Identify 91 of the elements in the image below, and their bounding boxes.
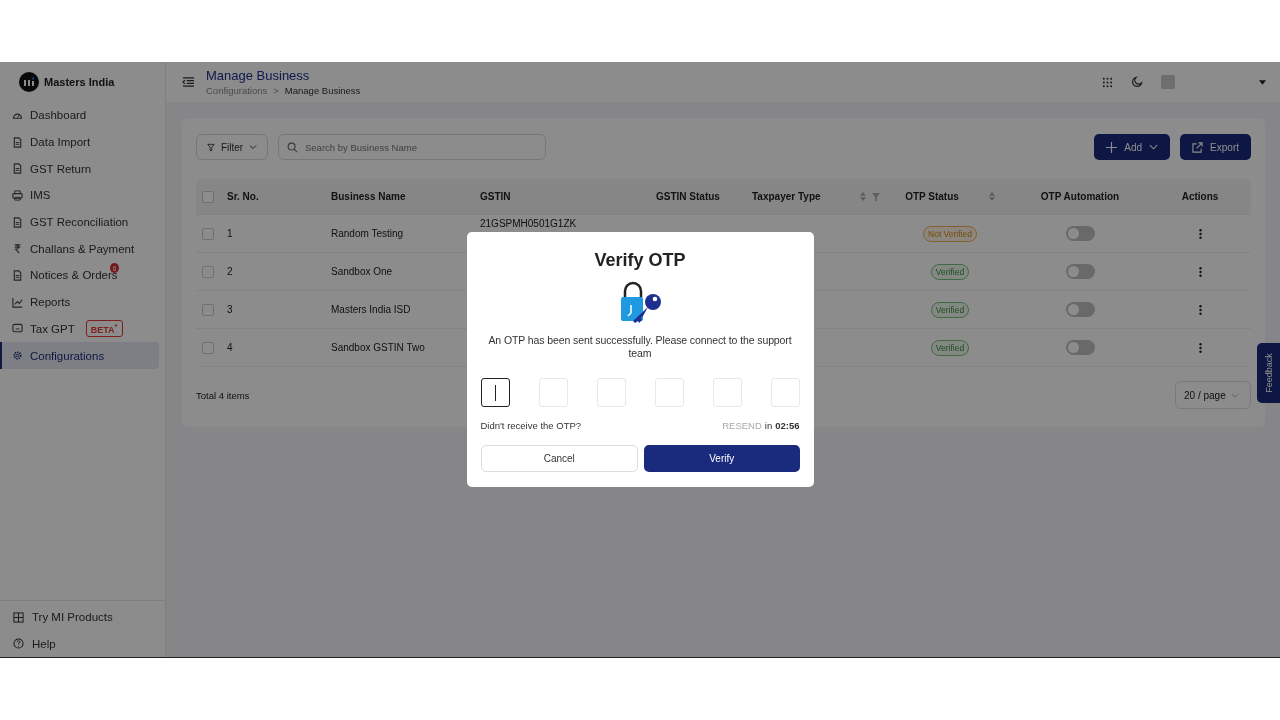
column-header: Taxpayer Type — [752, 191, 821, 202]
chat-icon — [12, 323, 23, 335]
status-badge: Not Verified — [923, 225, 977, 242]
nav-item[interactable]: Reports — [0, 288, 159, 316]
table-cell: 4 — [227, 342, 233, 353]
nav-item[interactable]: GST Reconciliation — [0, 208, 159, 236]
page-title: Manage Business — [206, 68, 311, 83]
more-options-icon[interactable] — [1198, 341, 1202, 354]
select-all-checkbox[interactable] — [202, 190, 214, 203]
status-badge: Verified — [930, 301, 970, 318]
feedback-tab[interactable]: Feedback — [1257, 343, 1280, 403]
document-icon — [12, 163, 23, 175]
breadcrumb-current: Manage Business — [284, 85, 361, 96]
filter-icon — [207, 142, 215, 152]
grid-icon — [13, 611, 24, 623]
logo-icon — [19, 72, 39, 92]
chevron-down-icon — [1149, 144, 1159, 150]
countdown-timer: 02:56 — [775, 420, 800, 431]
table-cell: Sandbox GSTIN Two — [331, 342, 425, 353]
export-button[interactable]: Export — [1180, 134, 1251, 160]
table-cell: 1 — [227, 228, 233, 239]
status-badge: Verified — [930, 263, 970, 280]
nav-item[interactable]: IMS — [0, 182, 159, 209]
row-checkbox[interactable] — [202, 303, 214, 316]
sort-icon[interactable] — [860, 192, 866, 201]
column-header: Sr. No. — [227, 191, 259, 202]
breadcrumb-separator: > — [273, 85, 279, 96]
sort-icon[interactable] — [988, 192, 995, 201]
help-icon — [13, 638, 24, 650]
column-header: OTP Status — [905, 191, 959, 202]
nav-item[interactable]: Dashboard — [0, 102, 159, 129]
caret-icon[interactable] — [1259, 79, 1266, 85]
menu-icon[interactable] — [182, 76, 195, 88]
chart-icon — [12, 296, 23, 308]
more-options-icon[interactable] — [1198, 265, 1202, 278]
table-cell: Sandbox One — [331, 266, 393, 277]
footer-link[interactable]: Help — [0, 630, 165, 657]
more-options-icon[interactable] — [1198, 303, 1202, 316]
add-button[interactable]: Add — [1094, 134, 1171, 160]
page-size-select[interactable]: 20 / page — [1175, 381, 1251, 409]
more-options-icon[interactable] — [1198, 227, 1202, 240]
column-header: Actions — [1181, 191, 1219, 202]
settings-icon — [12, 350, 23, 362]
nav-item[interactable]: Configurations — [0, 342, 159, 369]
chevron-down-icon — [1230, 392, 1239, 398]
total-count: Total 4 items — [196, 389, 250, 401]
breadcrumb-link[interactable]: Configurations — [206, 85, 268, 96]
plus-icon — [1106, 141, 1118, 153]
table-cell: 21GSPMH0501G1ZK — [480, 218, 577, 229]
nav-item[interactable]: Tax GPT BETA$^{*}$ — [0, 315, 159, 343]
table-cell: Random Testing — [331, 228, 404, 239]
table-cell: 3 — [227, 304, 233, 315]
filter-icon[interactable] — [872, 192, 880, 201]
brand-name: Masters India — [44, 76, 115, 88]
row-checkbox[interactable] — [202, 227, 214, 240]
row-checkbox[interactable] — [202, 265, 214, 278]
toggle-switch[interactable] — [1065, 264, 1095, 279]
column-header: GSTIN — [480, 191, 511, 202]
footer-link[interactable]: Try MI Products — [0, 604, 165, 631]
column-header: GSTIN Status — [656, 191, 720, 202]
dialog-title: Verify OTP — [594, 250, 686, 271]
document-icon — [12, 216, 23, 228]
moon-icon[interactable] — [1131, 76, 1143, 88]
nav-item[interactable]: Data Import — [0, 128, 159, 156]
avatar[interactable] — [1161, 75, 1175, 89]
rupee-icon — [12, 243, 23, 255]
column-header: OTP Automation — [1040, 191, 1120, 202]
chevron-down-icon — [249, 144, 257, 150]
row-checkbox[interactable] — [202, 341, 214, 354]
toggle-switch[interactable] — [1065, 340, 1095, 355]
apps-grid-icon[interactable] — [1102, 76, 1113, 88]
document-icon — [12, 136, 23, 148]
resend-prompt: Didn't receive the OTP? — [480, 420, 582, 431]
verify-button[interactable]: Verify — [644, 445, 800, 472]
nav-item[interactable]: GST Return — [0, 155, 159, 183]
status-badge: Verified — [930, 339, 970, 356]
dialog-message: An OTP has been sent successfully. Please connect to the support team — [487, 334, 793, 360]
cancel-button[interactable]: Cancel — [480, 445, 638, 472]
otp-digit-field[interactable] — [480, 378, 510, 407]
toggle-switch[interactable] — [1065, 302, 1095, 317]
table-cell: Masters India ISD — [331, 304, 411, 315]
table-cell: 2 — [227, 266, 233, 277]
filter-button[interactable]: Filter — [196, 134, 268, 160]
document-icon — [12, 269, 23, 281]
nav-item[interactable]: Challans & Payment — [0, 235, 159, 263]
toggle-switch[interactable] — [1065, 226, 1095, 241]
resend-suffix: in — [764, 420, 773, 431]
external-link-icon — [1192, 141, 1204, 153]
search-field[interactable]: Search by Business Name — [278, 134, 546, 160]
printer-icon — [12, 189, 23, 201]
column-header: Business Name — [331, 191, 406, 202]
